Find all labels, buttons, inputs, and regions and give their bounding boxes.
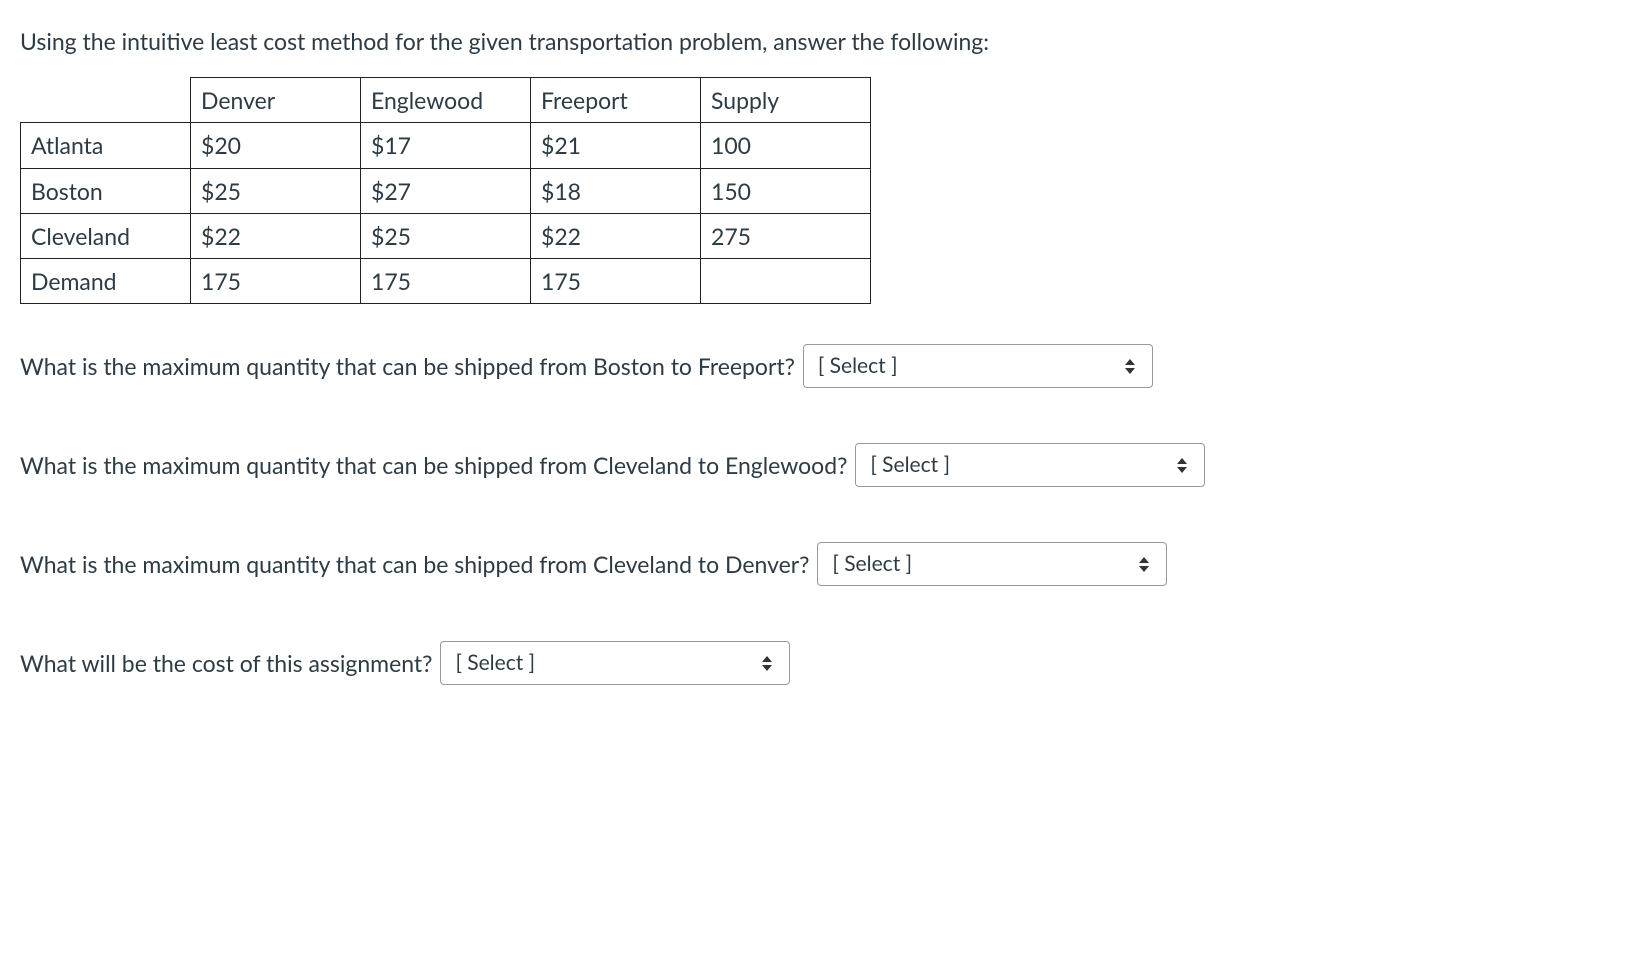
table-cell: $22 xyxy=(531,213,701,258)
select-label: [ Select ] xyxy=(870,450,1162,479)
intro-text: Using the intuitive least cost method fo… xyxy=(20,25,1630,57)
table-header-row: Denver Englewood Freeport Supply xyxy=(21,78,871,123)
table-row: Cleveland $22 $25 $22 275 xyxy=(21,213,871,258)
question-text: What is the maximum quantity that can be… xyxy=(20,350,795,382)
answer-select[interactable]: [ Select ] xyxy=(440,641,790,685)
answer-select[interactable]: [ Select ] xyxy=(855,443,1205,487)
row-label: Cleveland xyxy=(21,213,191,258)
question-row: What is the maximum quantity that can be… xyxy=(20,443,1630,487)
table-header: Denver xyxy=(191,78,361,123)
table-cell: 175 xyxy=(531,258,701,303)
table-cell: 275 xyxy=(701,213,871,258)
question-text: What is the maximum quantity that can be… xyxy=(20,548,809,580)
question-row: What will be the cost of this assignment… xyxy=(20,641,1630,685)
table-row: Boston $25 $27 $18 150 xyxy=(21,168,871,213)
question-row: What is the maximum quantity that can be… xyxy=(20,542,1630,586)
table-cell: 100 xyxy=(701,123,871,168)
table-cell: $25 xyxy=(191,168,361,213)
dropdown-icon xyxy=(1122,359,1138,374)
table-header: Freeport xyxy=(531,78,701,123)
table-cell: $25 xyxy=(361,213,531,258)
select-label: [ Select ] xyxy=(832,549,1124,578)
dropdown-icon xyxy=(759,656,775,671)
select-label: [ Select ] xyxy=(818,351,1110,380)
table-cell xyxy=(701,258,871,303)
row-label: Atlanta xyxy=(21,123,191,168)
row-label: Demand xyxy=(21,258,191,303)
table-cell: $18 xyxy=(531,168,701,213)
question-text: What is the maximum quantity that can be… xyxy=(20,449,847,481)
table-cell: $22 xyxy=(191,213,361,258)
table-cell: $20 xyxy=(191,123,361,168)
row-label: Boston xyxy=(21,168,191,213)
table-corner-cell xyxy=(21,78,191,123)
question-row: What is the maximum quantity that can be… xyxy=(20,344,1630,388)
table-row: Demand 175 175 175 xyxy=(21,258,871,303)
table-cell: 150 xyxy=(701,168,871,213)
answer-select[interactable]: [ Select ] xyxy=(803,344,1153,388)
select-label: [ Select ] xyxy=(455,648,747,677)
table-cell: 175 xyxy=(191,258,361,303)
cost-table: Denver Englewood Freeport Supply Atlanta… xyxy=(20,77,871,304)
table-cell: $27 xyxy=(361,168,531,213)
table-cell: $17 xyxy=(361,123,531,168)
dropdown-icon xyxy=(1136,557,1152,572)
table-cell: $21 xyxy=(531,123,701,168)
table-header: Englewood xyxy=(361,78,531,123)
answer-select[interactable]: [ Select ] xyxy=(817,542,1167,586)
dropdown-icon xyxy=(1174,458,1190,473)
question-text: What will be the cost of this assignment… xyxy=(20,647,432,679)
table-header: Supply xyxy=(701,78,871,123)
table-row: Atlanta $20 $17 $21 100 xyxy=(21,123,871,168)
table-cell: 175 xyxy=(361,258,531,303)
